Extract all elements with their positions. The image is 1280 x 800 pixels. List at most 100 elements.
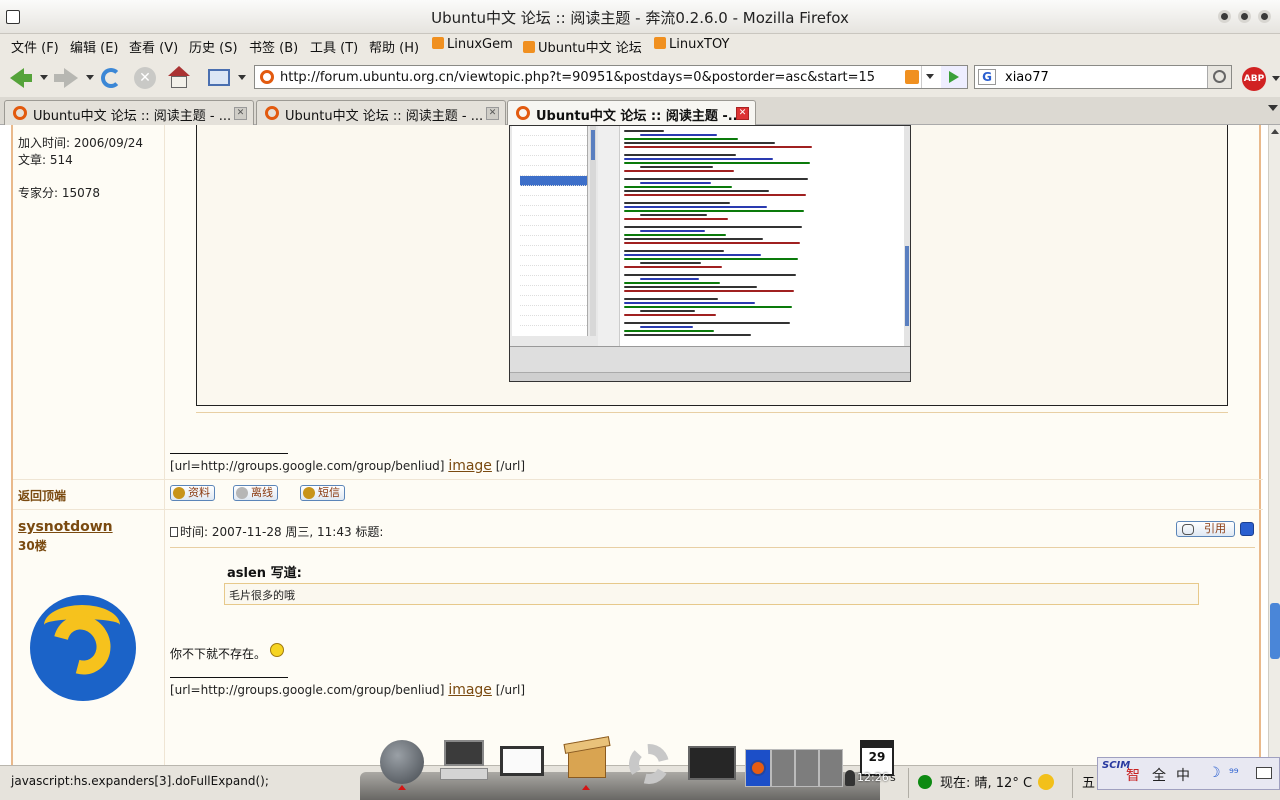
menu-help[interactable]: 帮助 (H)	[369, 37, 419, 56]
post-floor: 30楼	[18, 539, 47, 553]
menu-file[interactable]: 文件 (F)	[11, 37, 59, 56]
moon-icon[interactable]: ☽	[1208, 765, 1221, 781]
code-line	[624, 322, 790, 324]
code-line	[624, 242, 800, 244]
code-line	[624, 130, 664, 132]
punctuation-icon[interactable]: ⁹⁹	[1229, 766, 1239, 780]
keyboard-icon[interactable]	[1256, 767, 1272, 779]
back-to-top-link[interactable]: 返回顶端	[18, 487, 66, 504]
ime-smart-mode[interactable]: 智	[1126, 765, 1140, 785]
post-image-frame	[196, 125, 1228, 406]
search-icon[interactable]	[1207, 66, 1231, 88]
reload-button[interactable]	[99, 66, 123, 90]
ime-chinese-mode[interactable]: 中	[1176, 765, 1190, 785]
workspace-3[interactable]	[795, 749, 819, 787]
back-button[interactable]	[8, 66, 32, 90]
weekday: 五	[1082, 776, 1096, 791]
menu-edit[interactable]: 编辑 (E)	[70, 37, 119, 56]
code-line	[624, 258, 798, 260]
quote-button[interactable]: 引用	[1176, 521, 1235, 537]
stop-button[interactable]: ✕	[133, 66, 157, 90]
feed-icon[interactable]	[905, 70, 919, 84]
bookmark-ubuntu-forum[interactable]: Ubuntu中文 论坛	[523, 37, 642, 56]
screenshot-icon	[208, 69, 230, 86]
stop-icon: ✕	[134, 67, 156, 89]
address-bar[interactable]: http://forum.ubuntu.org.cn/viewtopic.php…	[254, 65, 968, 89]
dock-browser-globe[interactable]	[374, 738, 424, 788]
code-line	[624, 250, 724, 252]
code-line	[624, 162, 810, 164]
ubuntu-favicon-icon	[265, 106, 279, 120]
go-button[interactable]	[941, 66, 967, 88]
address-history-dropdown[interactable]	[921, 66, 939, 88]
workspace-2[interactable]	[771, 749, 795, 787]
minimize-button[interactable]	[1218, 10, 1231, 23]
close-window-button[interactable]	[1258, 10, 1271, 23]
forward-button[interactable]	[54, 66, 78, 90]
private-message-button[interactable]: 短信	[300, 485, 345, 501]
weather-widget[interactable]: 现在: 晴, 12° C	[918, 772, 1055, 791]
offline-status-button[interactable]: 离线	[233, 485, 278, 501]
tab-list-dropdown[interactable]	[1268, 105, 1278, 111]
embedded-screenshot[interactable]	[509, 125, 911, 382]
code-line	[624, 238, 763, 240]
tab-2[interactable]: Ubuntu中文 论坛 :: 阅读主题 - ... ✕	[256, 100, 506, 125]
terminal-icon	[688, 746, 736, 780]
signature-image-link[interactable]: image	[448, 458, 492, 474]
page-content: 加入时间: 2006/09/24 文章: 514 专家分: 15078 [url…	[0, 125, 1268, 765]
dock-display[interactable]	[498, 738, 546, 788]
online-status-icon	[918, 775, 932, 789]
workspace-1[interactable]	[745, 749, 771, 787]
monitor-icon	[500, 746, 544, 776]
dock-computer[interactable]	[438, 738, 488, 788]
sun-icon	[1038, 774, 1055, 790]
tab-3-active[interactable]: Ubuntu中文 论坛 :: 阅读主题 -... ✕	[507, 100, 756, 126]
screen-capture-button[interactable]	[207, 66, 231, 90]
forum-thread: 加入时间: 2006/09/24 文章: 514 专家分: 15078 [url…	[11, 125, 1263, 765]
screenshot-code-editor	[598, 126, 904, 346]
search-input[interactable]	[1005, 68, 1175, 86]
offline-bulb-icon	[236, 487, 248, 499]
dock-terminal[interactable]	[688, 738, 736, 788]
dock-settings[interactable]	[625, 738, 673, 788]
home-button[interactable]	[167, 66, 191, 90]
adblock-icon[interactable]: ABP	[1242, 67, 1266, 91]
code-line	[624, 290, 794, 292]
tab-1[interactable]: Ubuntu中文 论坛 :: 阅读主题 - ... ✕	[4, 100, 254, 125]
menu-history[interactable]: 历史 (S)	[189, 37, 238, 56]
forward-history-dropdown[interactable]	[86, 75, 94, 80]
menu-tools[interactable]: 工具 (T)	[310, 37, 358, 56]
bookmark-linuxgem[interactable]: LinuxGem	[432, 37, 513, 52]
code-line	[640, 166, 713, 168]
ime-full-width[interactable]: 全	[1152, 765, 1166, 785]
search-bar[interactable]: G	[974, 65, 1232, 89]
menu-bookmarks[interactable]: 书签 (B)	[249, 37, 298, 56]
post-author-link[interactable]: sysnotdown	[18, 519, 113, 535]
signature-image-link[interactable]: image	[448, 682, 492, 698]
code-line	[640, 134, 717, 136]
code-line	[624, 282, 720, 284]
menu-view[interactable]: 查看 (V)	[129, 37, 178, 56]
profile-button[interactable]: 资料	[170, 485, 215, 501]
page-scrollbar[interactable]	[1268, 125, 1280, 765]
edit-icon[interactable]	[1240, 522, 1254, 536]
search-engine-icon[interactable]: G	[978, 69, 996, 85]
back-history-dropdown[interactable]	[40, 75, 48, 80]
code-line	[624, 266, 722, 268]
ubuntu-favicon-icon	[260, 70, 274, 84]
maximize-button[interactable]	[1238, 10, 1251, 23]
address-url[interactable]: http://forum.ubuntu.org.cn/viewtopic.php…	[280, 70, 875, 85]
code-line	[624, 274, 796, 276]
screen-capture-dropdown[interactable]	[238, 75, 246, 80]
close-tab-icon[interactable]: ✕	[234, 107, 247, 120]
tab-strip: Ubuntu中文 论坛 :: 阅读主题 - ... ✕ Ubuntu中文 论坛 …	[0, 97, 1280, 126]
close-tab-icon[interactable]: ✕	[486, 107, 499, 120]
dock-archive[interactable]	[562, 736, 611, 788]
post-count: 文章: 514	[18, 153, 73, 167]
close-tab-icon[interactable]: ✕	[736, 107, 749, 120]
bookmark-linuxtoy[interactable]: LinuxTOY	[654, 37, 729, 52]
scrollbar-thumb[interactable]	[1270, 603, 1280, 659]
scroll-up-icon[interactable]	[1271, 129, 1279, 134]
adblock-dropdown[interactable]	[1272, 76, 1280, 81]
workspace-4[interactable]	[819, 749, 843, 787]
